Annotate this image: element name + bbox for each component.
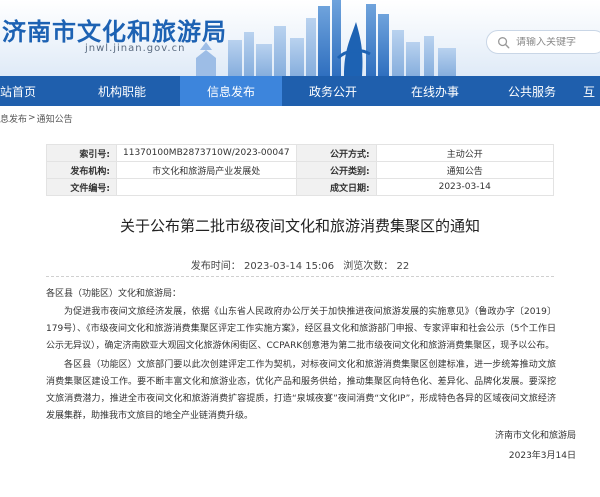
main-nav: 站首页 机构职能 信息发布 政务公开 在线办事 公共服务 互: [0, 76, 600, 106]
document-meta-table: 索引号: 11370100MB2873710W/2023-00047 公开方式:…: [46, 144, 555, 196]
search-box[interactable]: [486, 30, 600, 54]
nav-item-gov-affairs[interactable]: 政务公开: [282, 76, 384, 106]
search-icon[interactable]: [497, 36, 510, 49]
divider: [46, 276, 554, 277]
breadcrumb-notices[interactable]: 通知公告: [37, 112, 73, 125]
nav-item-public-service[interactable]: 公共服务: [486, 76, 578, 106]
meta-date-value: 2023-03-14: [375, 178, 555, 196]
breadcrumb-info-release[interactable]: 息发布: [0, 112, 27, 125]
article-body: 各区县（功能区）文化和旅游局： 为促进我市夜间文旅经济发展，依据《山东省人民政府…: [46, 286, 556, 425]
nav-item-home[interactable]: 站首页: [0, 76, 36, 106]
nav-item-info-release[interactable]: 信息发布: [180, 76, 282, 106]
table-row: 发布机构: 市文化和旅游局产业发展处 公开类别: 通知公告: [46, 161, 555, 179]
article-paragraph: 为促进我市夜间文旅经济发展，依据《山东省人民政府办公厅关于加快推进夜间旅游发展的…: [46, 307, 556, 351]
article-paragraph: 各区县（功能区）文旅部门要以此次创建评定工作为契机，对标夜间文化和旅游消费集聚区…: [46, 360, 556, 421]
meta-date-label: 成文日期:: [295, 178, 377, 196]
meta-disclosure-label: 公开方式:: [295, 144, 377, 162]
nav-item-institution[interactable]: 机构职能: [68, 76, 176, 106]
meta-org-label: 发布机构:: [46, 161, 117, 179]
salutation: 各区县（功能区）文化和旅游局：: [46, 289, 182, 299]
meta-docno-value: [116, 178, 297, 196]
meta-index-label: 索引号:: [46, 144, 117, 162]
breadcrumb: 息发布 > 通知公告: [0, 109, 73, 127]
nav-item-interaction[interactable]: 互: [578, 76, 600, 106]
signature-date: 2023年3月14日: [508, 451, 576, 461]
meta-docno-label: 文件编号:: [46, 178, 117, 196]
table-row: 索引号: 11370100MB2873710W/2023-00047 公开方式:…: [46, 144, 555, 162]
view-count: 浏览次数： 22: [343, 261, 410, 272]
breadcrumb-separator: >: [28, 113, 36, 123]
meta-category-value: 通知公告: [375, 161, 555, 179]
header-banner: 济南市文化和旅游局 jnwl.jinan.gov.cn: [0, 0, 600, 76]
table-row: 文件编号: 成文日期: 2023-03-14: [46, 178, 555, 196]
meta-category-label: 公开类别:: [295, 161, 377, 179]
meta-disclosure-value: 主动公开: [375, 144, 555, 162]
nav-item-online-service[interactable]: 在线办事: [384, 76, 486, 106]
article-title: 关于公布第二批市级夜间文化和旅游消费集聚区的通知: [119, 217, 480, 235]
meta-org-value: 市文化和旅游局产业发展处: [116, 161, 297, 179]
meta-index-value: 11370100MB2873710W/2023-00047: [116, 144, 297, 162]
publish-info: 发布时间： 2023-03-14 15:06 浏览次数： 22: [0, 257, 600, 272]
publish-time: 发布时间： 2023-03-14 15:06: [190, 261, 335, 272]
signature-org: 济南市文化和旅游局: [494, 431, 576, 441]
site-title[interactable]: 济南市文化和旅游局: [2, 12, 227, 47]
search-input[interactable]: [516, 36, 600, 48]
site-domain: jnwl.jinan.gov.cn: [85, 43, 186, 54]
